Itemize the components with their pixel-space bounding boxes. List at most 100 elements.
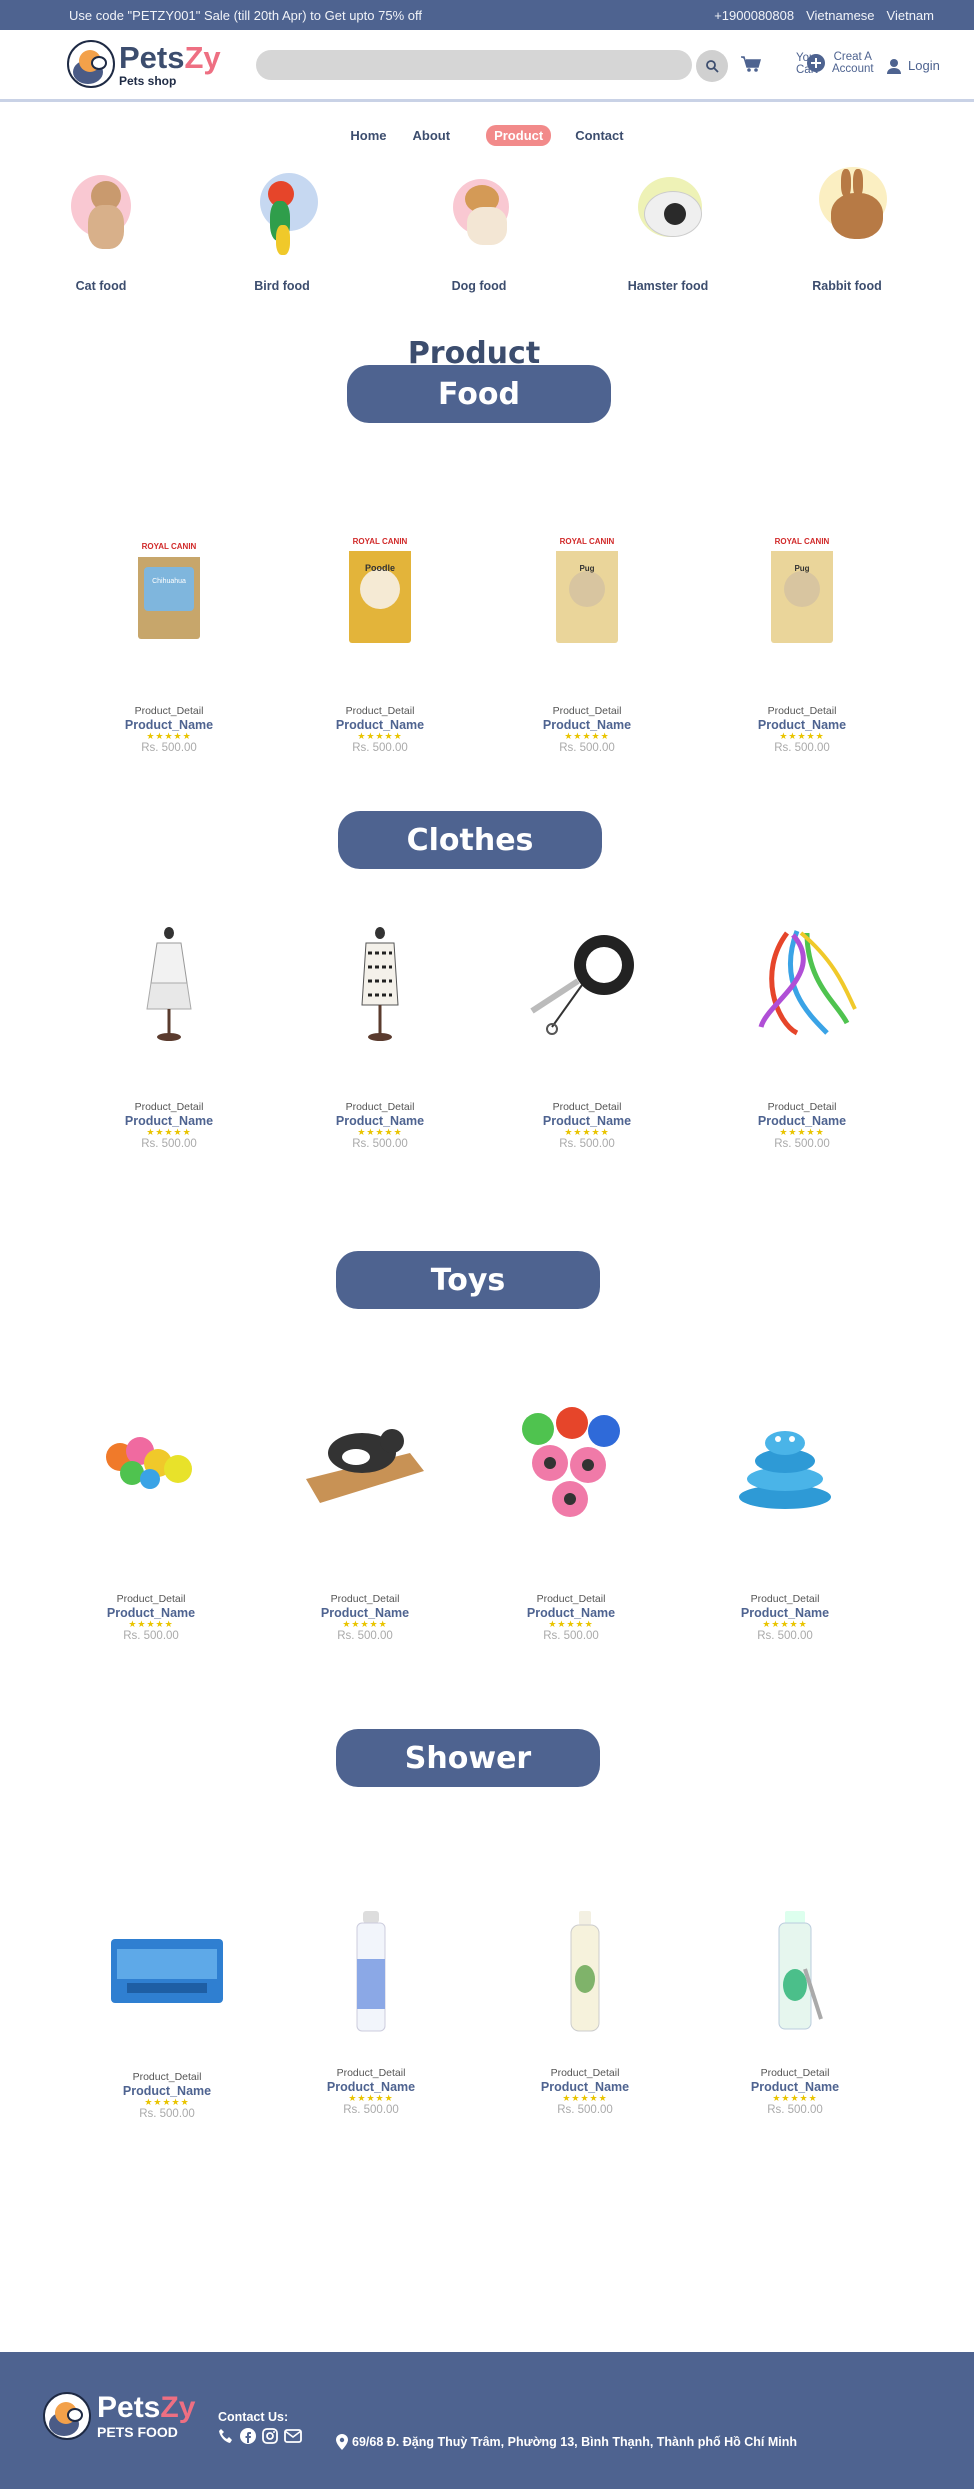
nav-home[interactable]: Home xyxy=(342,125,394,146)
search-button[interactable] xyxy=(696,50,728,82)
rating-stars: ★★★★★ xyxy=(144,2097,190,2107)
phone-icon[interactable] xyxy=(218,2428,234,2444)
product-price: Rs. 500.00 xyxy=(774,741,830,754)
product-name[interactable]: Product_Name xyxy=(82,2084,252,2098)
section-title-shower: Shower xyxy=(336,1729,600,1787)
rating-stars: ★★★★★ xyxy=(128,1619,174,1629)
product-name[interactable]: Product_Name xyxy=(295,718,465,732)
footer-logo-subtitle: PETS FOOD xyxy=(97,2424,178,2440)
product-card[interactable]: Product_Detail Product_Name ★★★★★ Rs. 50… xyxy=(66,1393,236,1642)
category-bird-food[interactable]: Bird food xyxy=(212,163,352,293)
country-selector[interactable]: Vietnam xyxy=(887,8,934,23)
rating-stars: ★★★★★ xyxy=(146,731,192,741)
product-detail: Product_Detail xyxy=(116,1593,186,1605)
brand-label: ROYAL CANIN xyxy=(142,542,197,551)
site-header: PetsZy Pets shop Your Cart Creat A Account… xyxy=(0,30,974,102)
brand-label: ROYAL CANIN xyxy=(353,537,408,546)
product-card[interactable]: Product_Detail Product_Name ★★★★★ Rs. 50… xyxy=(717,915,887,1150)
product-card[interactable]: ROYAL CANIN Chihuahua Product_Detail Prod… xyxy=(84,515,254,754)
product-card[interactable]: Product_Detail Product_Name ★★★★★ Rs. 50… xyxy=(710,1901,880,2116)
product-price: Rs. 500.00 xyxy=(141,1137,197,1150)
facebook-icon[interactable] xyxy=(240,2428,256,2444)
logo-icon xyxy=(43,2392,91,2440)
account-label-1: Creat A xyxy=(833,51,872,63)
rating-stars: ★★★★★ xyxy=(564,1127,610,1137)
product-detail: Product_Detail xyxy=(767,1101,837,1113)
food-label: Pug xyxy=(579,564,594,573)
product-price: Rs. 500.00 xyxy=(559,741,615,754)
mail-icon[interactable] xyxy=(284,2428,302,2444)
product-price: Rs. 500.00 xyxy=(557,2103,613,2116)
login-button[interactable]: Login xyxy=(886,58,940,74)
product-card[interactable]: Product_Detail Product_Name ★★★★★ Rs. 50… xyxy=(486,1393,656,1642)
product-detail: Product_Detail xyxy=(345,705,415,717)
product-card[interactable]: Product_Detail Product_Name ★★★★★ Rs. 50… xyxy=(84,915,254,1150)
product-image xyxy=(500,1901,670,2041)
product-card[interactable]: ROYAL CANIN Poodle Product_Detail Product… xyxy=(295,515,465,754)
nav-contact[interactable]: Contact xyxy=(567,125,631,146)
instagram-icon[interactable] xyxy=(262,2428,278,2444)
category-dog-food[interactable]: Dog food xyxy=(409,163,549,293)
product-name[interactable]: Product_Name xyxy=(710,2080,880,2094)
product-detail: Product_Detail xyxy=(345,1101,415,1113)
product-card[interactable]: Product_Detail Product_Name ★★★★★ Rs. 50… xyxy=(280,1393,450,1642)
product-name[interactable]: Product_Name xyxy=(280,1606,450,1620)
product-price: Rs. 500.00 xyxy=(757,1629,813,1642)
nav-product[interactable]: Product xyxy=(486,125,552,146)
rating-stars: ★★★★★ xyxy=(348,2093,394,2103)
product-name[interactable]: Product_Name xyxy=(502,718,672,732)
product-name[interactable]: Product_Name xyxy=(486,1606,656,1620)
product-detail: Product_Detail xyxy=(134,705,204,717)
product-name[interactable]: Product_Name xyxy=(286,2080,456,2094)
rating-stars: ★★★★★ xyxy=(342,1619,388,1629)
product-detail: Product_Detail xyxy=(330,1593,400,1605)
product-card[interactable]: Product_Detail Product_Name ★★★★★ Rs. 50… xyxy=(295,915,465,1150)
site-footer: PetsZy PETS FOOD Contact Us: 69/68 Đ. Đặ… xyxy=(0,2352,974,2489)
product-name[interactable]: Product_Name xyxy=(502,1114,672,1128)
food-label: Pug xyxy=(794,564,809,573)
category-label: Rabbit food xyxy=(812,279,882,293)
product-card[interactable]: Product_Detail Product_Name ★★★★★ Rs. 50… xyxy=(700,1393,870,1642)
site-logo[interactable]: PetsZy Pets shop xyxy=(67,40,221,88)
nav-about[interactable]: About xyxy=(405,125,459,146)
product-name[interactable]: Product_Name xyxy=(700,1606,870,1620)
search-icon xyxy=(706,60,719,73)
product-card[interactable]: Product_Detail Product_Name ★★★★★ Rs. 50… xyxy=(502,915,672,1150)
rating-stars: ★★★★★ xyxy=(564,731,610,741)
address-block: 69/68 Đ. Đặng Thuỳ Trâm, Phường 13, Bình… xyxy=(336,2434,797,2450)
product-card[interactable]: Product_Detail Product_Name ★★★★★ Rs. 50… xyxy=(82,1901,252,2120)
language-selector[interactable]: Vietnamese xyxy=(806,8,874,23)
product-name[interactable]: Product_Name xyxy=(500,2080,670,2094)
product-image xyxy=(66,1393,236,1533)
product-detail: Product_Detail xyxy=(552,705,622,717)
product-name[interactable]: Product_Name xyxy=(295,1114,465,1128)
product-name[interactable]: Product_Name xyxy=(66,1606,236,1620)
rating-stars: ★★★★★ xyxy=(772,2093,818,2103)
product-image xyxy=(82,1901,252,2041)
category-rabbit-food[interactable]: Rabbit food xyxy=(777,163,917,293)
product-price: Rs. 500.00 xyxy=(352,741,408,754)
product-card[interactable]: Product_Detail Product_Name ★★★★★ Rs. 50… xyxy=(500,1901,670,2116)
product-detail: Product_Detail xyxy=(552,1101,622,1113)
footer-logo-zy: Zy xyxy=(160,2391,196,2424)
product-card[interactable]: ROYAL CANIN Pug Product_Detail Product_Na… xyxy=(502,515,672,754)
create-account-button[interactable]: Creat A Account xyxy=(806,51,874,75)
section-title-clothes: Clothes xyxy=(338,811,602,869)
product-name[interactable]: Product_Name xyxy=(84,718,254,732)
product-image xyxy=(280,1393,450,1533)
category-hamster-food[interactable]: Hamster food xyxy=(598,163,738,293)
product-image: ROYAL CANIN Pug xyxy=(717,515,887,655)
category-cat-food[interactable]: Cat food xyxy=(31,163,171,293)
product-image: ROYAL CANIN Pug xyxy=(502,515,672,655)
product-name[interactable]: Product_Name xyxy=(84,1114,254,1128)
footer-logo[interactable]: PetsZy PETS FOOD xyxy=(43,2392,195,2440)
phone-number[interactable]: +1900080808 xyxy=(714,8,794,23)
rating-stars: ★★★★★ xyxy=(562,2093,608,2103)
product-price: Rs. 500.00 xyxy=(123,1629,179,1642)
product-card[interactable]: ROYAL CANIN Pug Product_Detail Product_Na… xyxy=(717,515,887,754)
rating-stars: ★★★★★ xyxy=(357,1127,403,1137)
product-name[interactable]: Product_Name xyxy=(717,718,887,732)
product-card[interactable]: Product_Detail Product_Name ★★★★★ Rs. 50… xyxy=(286,1901,456,2116)
search-input[interactable] xyxy=(256,50,692,80)
product-name[interactable]: Product_Name xyxy=(717,1114,887,1128)
